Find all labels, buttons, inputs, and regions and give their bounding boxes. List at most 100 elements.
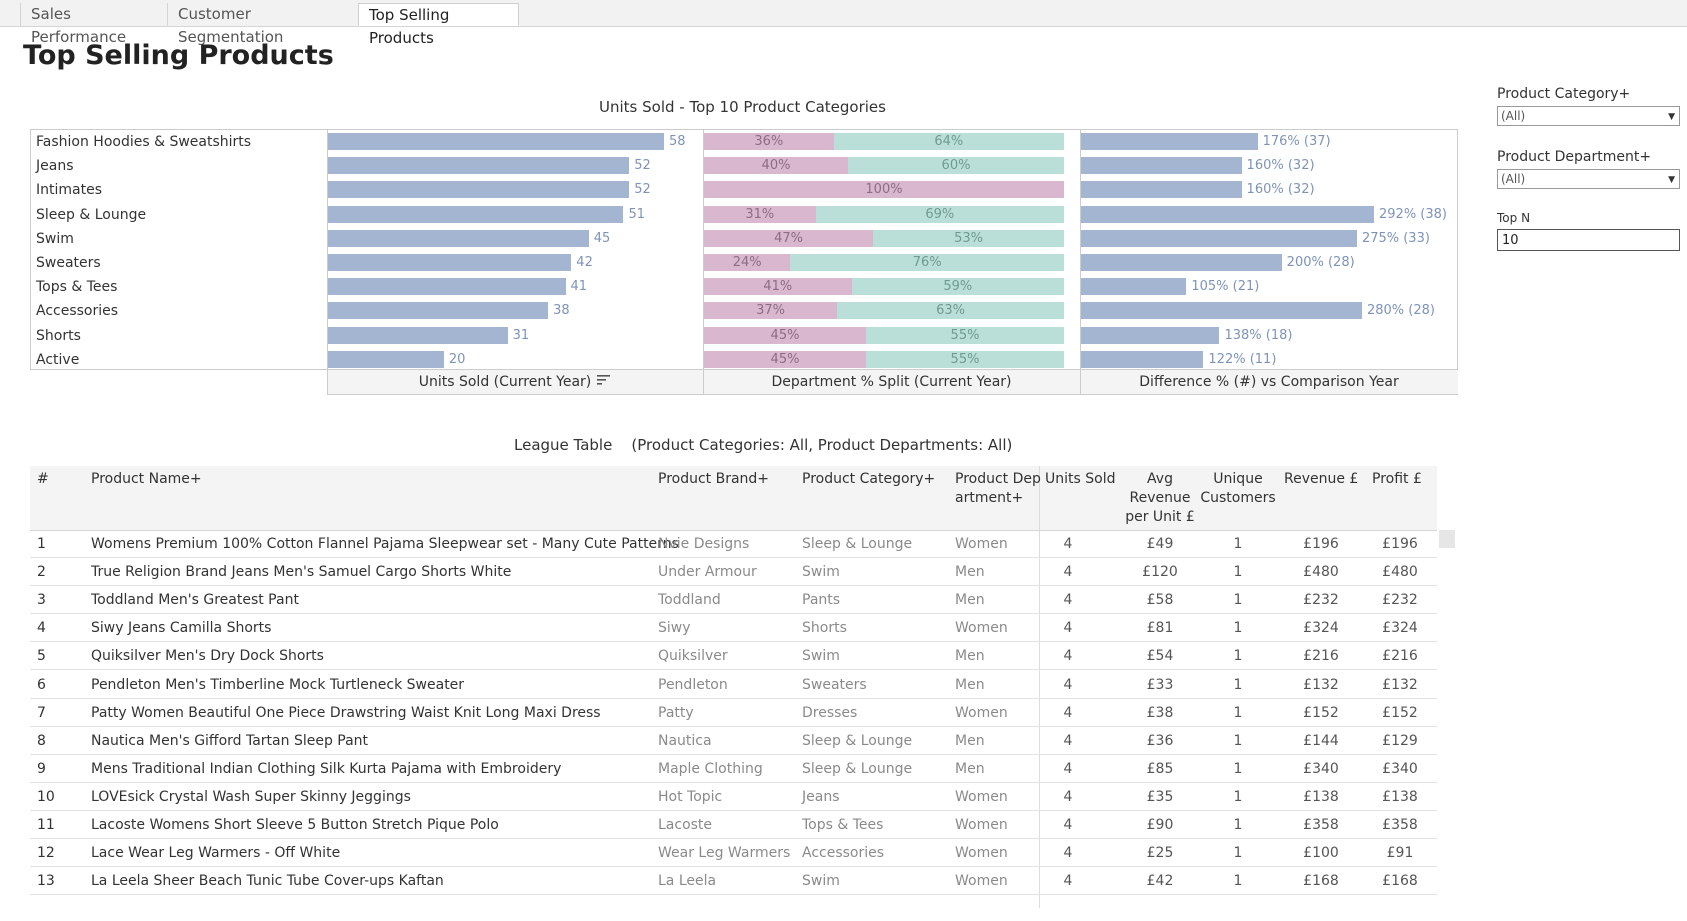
brand-cell: Maple Clothing xyxy=(658,760,763,777)
brand-cell: Toddland xyxy=(658,592,721,609)
customers-cell: 1 xyxy=(1233,648,1243,665)
table-scrollbar[interactable] xyxy=(1439,530,1455,548)
category-cell: Swim xyxy=(802,564,840,581)
difference-value-label: 160% (32) xyxy=(1246,182,1315,198)
product-name-cell: Lace Wear Leg Warmers - Off White xyxy=(91,845,341,862)
difference-bar xyxy=(1081,157,1242,175)
avg-header-line1: Avg xyxy=(1147,471,1173,487)
units-bar xyxy=(328,302,549,320)
category-cell: Accessories xyxy=(802,845,885,862)
avg-revenue-cell: £25 xyxy=(1146,845,1174,862)
col-header-department[interactable]: Product Dep artment+ xyxy=(955,470,1041,508)
table-row[interactable]: 2 True Religion Brand Jeans Men's Samuel … xyxy=(30,558,1437,587)
profit-cell: £480 xyxy=(1382,564,1418,581)
men-split-bar: 55% xyxy=(866,350,1064,368)
table-row[interactable]: 7 Patty Women Beautiful One Piece Drawstr… xyxy=(30,699,1437,727)
brand-cell: Patty xyxy=(658,704,694,721)
table-row[interactable]: 12 Lace Wear Leg Warmers - Off White Wear … xyxy=(30,839,1437,868)
tab-top-selling-products[interactable]: Top Selling Products xyxy=(358,3,519,47)
difference-value-label: 176% (37) xyxy=(1262,134,1331,149)
chevron-down-icon: ▼ xyxy=(1668,175,1675,185)
product-name-cell: Quiksilver Men's Dry Dock Shorts xyxy=(91,648,324,665)
category-filter-dropdown[interactable]: (All) ▼ xyxy=(1497,106,1680,126)
product-name-cell: Patty Women Beautiful One Piece Drawstri… xyxy=(91,704,601,721)
department-filter-value: (All) xyxy=(1501,172,1526,186)
profit-cell: £91 xyxy=(1386,845,1414,862)
revenue-cell: £480 xyxy=(1303,564,1339,581)
topn-input[interactable] xyxy=(1497,229,1680,251)
tab-sales-performance[interactable]: Sales Performance xyxy=(20,3,166,46)
table-row[interactable]: 4 Siwy Jeans Camilla Shorts Siwy Shorts Wome… xyxy=(30,614,1437,643)
table-row[interactable]: 11 Lacoste Womens Short Sleeve 5 Button S… xyxy=(30,811,1437,839)
revenue-cell: £232 xyxy=(1303,592,1339,609)
table-row[interactable]: 5 Quiksilver Men's Dry Dock Shorts Quiksil… xyxy=(30,642,1437,671)
table-row[interactable]: 8 Nautica Men's Gifford Tartan Sleep Pant… xyxy=(30,727,1437,755)
brand-cell: Siwy xyxy=(658,620,691,637)
profit-cell: £340 xyxy=(1382,760,1418,777)
units-cell: 4 xyxy=(1063,592,1073,609)
units-axis-title[interactable]: Units Sold (Current Year) xyxy=(327,374,703,390)
customers-cell: 1 xyxy=(1233,620,1243,637)
avg-revenue-cell: £120 xyxy=(1142,564,1178,581)
category-cell: Jeans xyxy=(802,788,840,805)
units-cell: 4 xyxy=(1063,536,1073,552)
category-cell: Sleep & Lounge xyxy=(802,760,913,777)
topn-label: Top N xyxy=(1497,211,1531,225)
units-bar xyxy=(328,278,566,296)
department-filter-label: Product Department+ xyxy=(1497,149,1652,165)
product-name-cell: Mens Traditional Indian Clothing Silk Ku… xyxy=(91,760,562,777)
units-bar xyxy=(328,229,589,247)
cust-header-line1: Unique xyxy=(1213,471,1263,487)
category-cell: Pants xyxy=(802,592,841,609)
table-row[interactable]: 9 Mens Traditional Indian Clothing Silk K… xyxy=(30,755,1437,783)
units-value-label: 52 xyxy=(634,182,651,198)
difference-bar xyxy=(1081,302,1362,320)
table-row[interactable]: 10 LOVEsick Crystal Wash Super Skinny Jeg… xyxy=(30,783,1437,811)
table-row[interactable]: 13 La Leela Sheer Beach Tunic Tube Cover-… xyxy=(30,867,1437,896)
difference-value-label: 160% (32) xyxy=(1246,158,1315,174)
units-cell: 4 xyxy=(1063,760,1073,777)
men-split-bar: 59% xyxy=(851,278,1064,296)
table-row[interactable]: 1 Womens Premium 100% Cotton Flannel Paja… xyxy=(30,530,1437,558)
customers-cell: 1 xyxy=(1233,704,1243,721)
department-cell: Women xyxy=(955,704,1008,721)
customers-cell: 1 xyxy=(1233,817,1243,833)
league-title-text: League Table xyxy=(514,436,613,454)
units-value-label: 45 xyxy=(593,230,611,246)
revenue-cell: £168 xyxy=(1303,873,1339,890)
league-subtitle-text: (Product Categories: All, Product Depart… xyxy=(631,436,1013,454)
tab-customer-segmentation[interactable]: Customer Segmentation xyxy=(167,3,358,46)
customers-cell: 1 xyxy=(1233,676,1243,693)
col-header-category[interactable]: Product Category+ xyxy=(802,470,935,489)
profit-cell: £129 xyxy=(1382,732,1418,749)
table-row[interactable]: 6 Pendleton Men's Timberline Mock Turtlen… xyxy=(30,671,1437,699)
revenue-cell: £196 xyxy=(1303,536,1339,552)
women-split-bar: 41% xyxy=(704,278,852,296)
men-split-bar: 55% xyxy=(866,326,1064,344)
units-cell: 4 xyxy=(1063,676,1073,693)
category-cell: Sleep & Lounge xyxy=(802,536,913,552)
units-bar xyxy=(328,157,630,175)
category-label: Swim xyxy=(36,230,74,247)
department-filter-dropdown[interactable]: (All) ▼ xyxy=(1497,169,1680,189)
units-bar xyxy=(328,254,572,271)
page-title: Top Selling Products xyxy=(23,40,334,71)
rank-cell: 13 xyxy=(37,873,55,890)
category-label: Intimates xyxy=(36,182,102,199)
sort-descending-icon[interactable] xyxy=(597,374,611,390)
profit-cell: £168 xyxy=(1382,873,1418,890)
rank-cell: 5 xyxy=(37,648,46,665)
customers-cell: 1 xyxy=(1233,788,1243,805)
col-header-brand[interactable]: Product Brand+ xyxy=(658,470,769,489)
table-row[interactable]: 3 Toddland Men's Greatest Pant Toddland Pan… xyxy=(30,586,1437,615)
avg-revenue-cell: £90 xyxy=(1146,817,1174,833)
department-cell: Men xyxy=(955,760,985,777)
difference-bar xyxy=(1081,254,1282,271)
product-name-cell: Pendleton Men's Timberline Mock Turtlene… xyxy=(91,676,465,693)
category-label: Sleep & Lounge xyxy=(36,206,147,223)
col-header-product-name[interactable]: Product Name+ xyxy=(91,470,202,489)
product-name-cell: Womens Premium 100% Cotton Flannel Pajam… xyxy=(91,536,679,552)
revenue-cell: £132 xyxy=(1303,676,1339,693)
difference-value-label: 275% (33) xyxy=(1361,230,1430,246)
category-cell: Swim xyxy=(802,648,840,665)
